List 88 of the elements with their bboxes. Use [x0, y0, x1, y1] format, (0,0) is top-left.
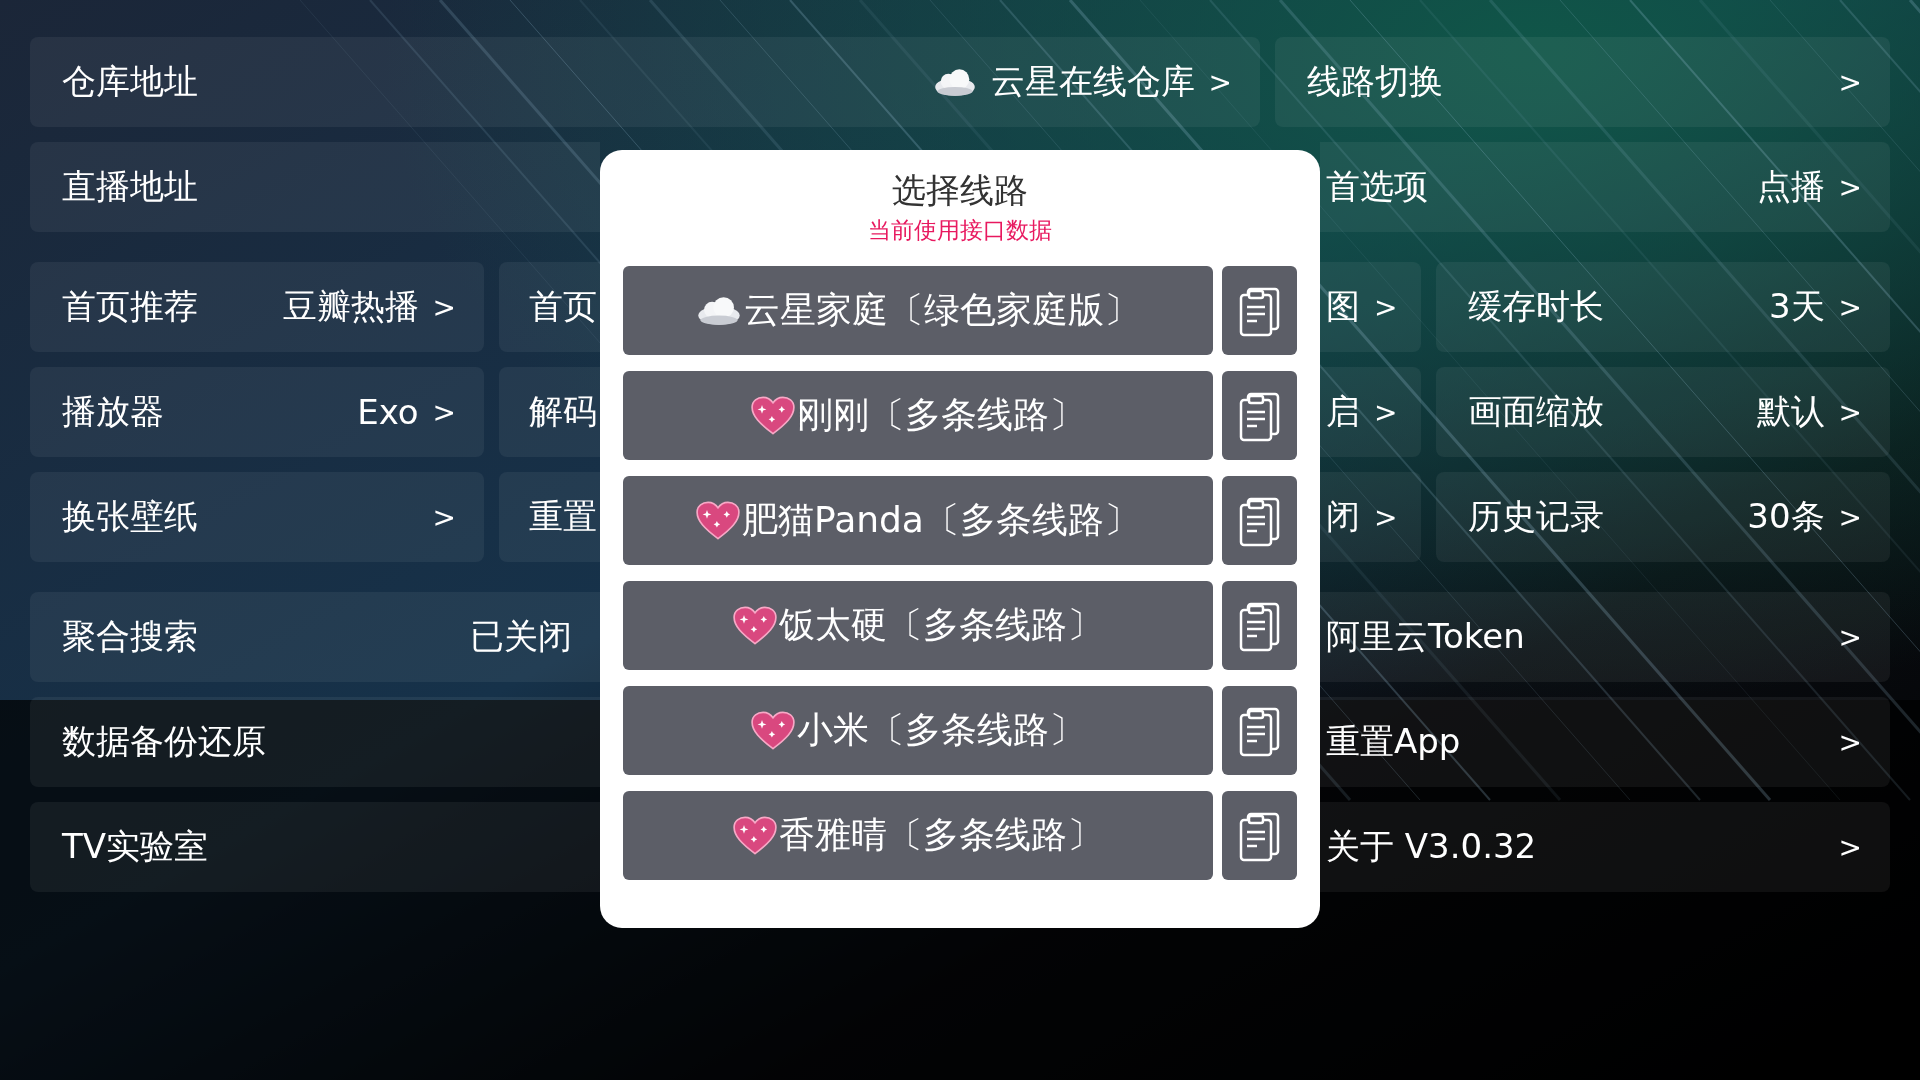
setting-label: 直播地址 — [62, 165, 198, 208]
chevron: > — [1838, 170, 1862, 204]
setting-label: 首页 — [529, 285, 597, 328]
setting-label: 历史记录 — [1468, 495, 1604, 538]
route-option[interactable]: 肥猫Panda〔多条线路〕 — [623, 476, 1213, 565]
setting-label: 仓库地址 — [62, 60, 198, 103]
chevron: > — [1838, 65, 1862, 99]
chevron: > — [1838, 620, 1862, 654]
route-option[interactable]: 饭太硬〔多条线路〕 — [623, 581, 1213, 670]
heart-icon — [733, 605, 777, 646]
chevron: > — [1838, 830, 1862, 864]
setting-label: 线路切换 — [1307, 60, 1443, 103]
chevron: > — [432, 290, 456, 324]
setting-label: 画面缩放 — [1468, 390, 1604, 433]
setting-card[interactable]: 聚合搜索 已关闭 — [30, 592, 600, 682]
setting-card[interactable]: 仓库地址 云星在线仓库 > — [30, 37, 1260, 127]
chevron: > — [1838, 725, 1862, 759]
chevron: > — [432, 500, 456, 534]
chevron: > — [1838, 395, 1862, 429]
cloud-icon — [696, 295, 742, 326]
setting-card[interactable]: 启 > — [1320, 367, 1421, 457]
setting-card[interactable]: 阿里云Token > — [1320, 592, 1890, 682]
setting-label: 首页推荐 — [62, 285, 198, 328]
chevron: > — [1208, 65, 1232, 99]
setting-card[interactable]: 首页推荐 豆瓣热播 > — [30, 262, 484, 352]
heart-icon — [751, 710, 795, 751]
cloud-icon — [932, 67, 977, 97]
setting-card[interactable]: 重置 — [499, 472, 600, 562]
setting-card[interactable]: 直播地址 — [30, 142, 600, 232]
setting-value: 30条 — [1747, 495, 1825, 538]
chevron: > — [1838, 500, 1862, 534]
setting-value: 3天 — [1768, 285, 1825, 328]
setting-label: TV实验室 — [62, 825, 209, 868]
heart-icon — [696, 500, 741, 541]
setting-label: 关于 V3.0.32 — [1326, 825, 1537, 868]
chevron: > — [1838, 290, 1862, 324]
setting-card[interactable]: 线路切换 > — [1275, 37, 1890, 127]
copy-button[interactable] — [1222, 791, 1297, 880]
setting-label: 数据备份还原 — [62, 720, 266, 763]
chevron: > — [1374, 395, 1398, 429]
setting-value: 点播 — [1756, 165, 1825, 208]
setting-card[interactable]: 闭 > — [1320, 472, 1421, 562]
setting-card[interactable]: 历史记录 30条 > — [1436, 472, 1890, 562]
setting-card[interactable]: 首页 — [499, 262, 600, 352]
setting-value: 闭 — [1326, 495, 1360, 538]
chevron: > — [1374, 290, 1398, 324]
setting-card[interactable]: 换张壁纸 > — [30, 472, 484, 562]
heart-icon — [733, 815, 777, 856]
setting-value: 默认 — [1756, 390, 1825, 433]
heart-icon — [751, 395, 795, 436]
route-option[interactable]: 云星家庭〔绿色家庭版〕 — [623, 266, 1213, 355]
setting-card[interactable]: 解码 — [499, 367, 600, 457]
copy-button[interactable] — [1222, 371, 1297, 460]
setting-card[interactable]: 重置App > — [1320, 697, 1890, 787]
copy-button[interactable] — [1222, 581, 1297, 670]
setting-value: Exo — [357, 392, 419, 432]
setting-label: 解码 — [529, 390, 597, 433]
setting-card[interactable]: TV实验室 — [30, 802, 600, 892]
chevron: > — [1374, 500, 1398, 534]
setting-value: 云星在线仓库 — [990, 60, 1195, 103]
setting-label: 重置 — [529, 495, 597, 538]
copy-button[interactable] — [1222, 686, 1297, 775]
setting-card[interactable]: 图 > — [1320, 262, 1421, 352]
dialog-title: 选择线路 — [891, 169, 1029, 212]
route-option[interactable]: 小米〔多条线路〕 — [623, 686, 1213, 775]
route-option[interactable]: 香雅晴〔多条线路〕 — [623, 791, 1213, 880]
setting-value: 豆瓣热播 — [282, 285, 419, 328]
dialog-subtitle: 当前使用接口数据 — [867, 216, 1053, 245]
copy-button[interactable] — [1222, 266, 1297, 355]
setting-card[interactable]: 数据备份还原 — [30, 697, 600, 787]
setting-card[interactable]: 画面缩放 默认 > — [1436, 367, 1890, 457]
setting-label: 重置App — [1326, 720, 1461, 763]
setting-value: 图 — [1326, 285, 1360, 328]
setting-label: 首选项 — [1326, 165, 1428, 208]
setting-label: 播放器 — [62, 390, 164, 433]
setting-label: 缓存时长 — [1468, 285, 1604, 328]
setting-label: 换张壁纸 — [62, 495, 198, 538]
setting-card[interactable]: 首选项 点播 > — [1320, 142, 1890, 232]
route-option[interactable]: 刚刚〔多条线路〕 — [623, 371, 1213, 460]
setting-card[interactable]: 关于 V3.0.32 > — [1320, 802, 1890, 892]
setting-card[interactable]: 缓存时长 3天 > — [1436, 262, 1890, 352]
copy-button[interactable] — [1222, 476, 1297, 565]
chevron: > — [432, 395, 456, 429]
setting-label: 阿里云Token — [1326, 615, 1525, 658]
setting-value: 已关闭 — [470, 615, 572, 658]
setting-value: 启 — [1326, 390, 1360, 433]
setting-label: 聚合搜索 — [62, 615, 198, 658]
setting-card[interactable]: 播放器 Exo > — [30, 367, 484, 457]
